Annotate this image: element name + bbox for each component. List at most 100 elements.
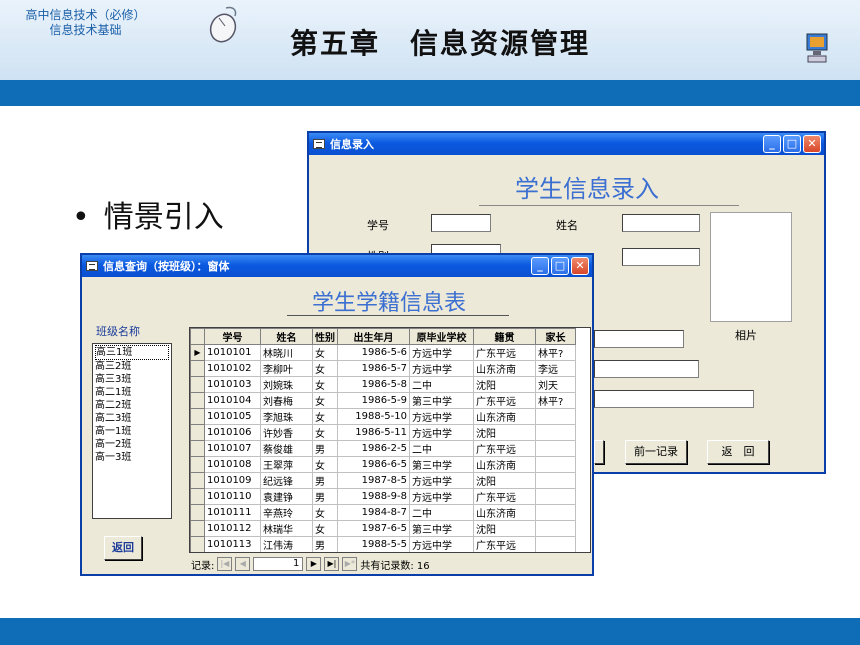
new-record-button[interactable]: ▶* xyxy=(342,557,358,571)
table-cell[interactable]: 1986-6-5 xyxy=(337,456,410,473)
table-cell[interactable]: 1985-9-9 xyxy=(338,553,410,554)
table-cell[interactable]: 方远中学 xyxy=(409,488,474,505)
row-selector[interactable] xyxy=(190,392,205,409)
table-cell[interactable]: 1010104 xyxy=(204,392,261,409)
class-list-item[interactable]: 高一2班 xyxy=(95,438,169,451)
table-cell[interactable]: 女 xyxy=(312,376,338,393)
table-cell[interactable]: 广东平远 xyxy=(473,344,536,361)
table-row[interactable]: 1010106 许妙香女 1986-5-11 方远中学 沈阳 xyxy=(190,424,576,441)
table-cell[interactable]: 男 xyxy=(312,488,338,505)
table-cell[interactable]: 广东平远 xyxy=(473,440,536,457)
field-4[interactable] xyxy=(594,360,699,378)
table-cell[interactable]: 女 xyxy=(312,344,338,361)
table-row[interactable]: 1010108 王翠萍女 1986-6-5 第三中学 山东济南 xyxy=(190,456,576,473)
class-list-item[interactable]: 高三2班 xyxy=(95,360,169,373)
table-cell[interactable]: 1986-5-8 xyxy=(337,376,410,393)
prev-record-button[interactable]: ◀ xyxy=(235,557,251,571)
row-selector[interactable] xyxy=(190,536,205,552)
table-cell[interactable]: 蔡俊雄 xyxy=(260,440,313,457)
table-cell[interactable]: 许妙香 xyxy=(260,424,313,441)
table-cell[interactable]: 1010101 xyxy=(204,344,261,361)
column-header[interactable]: 学号 xyxy=(204,328,261,345)
table-cell[interactable]: 男 xyxy=(312,536,338,552)
student-datasheet[interactable]: 学号 姓名 性别 出生年月 原毕业学校 籍贯 家长 ▶ 1010101 林晓川女 1986-5-6… xyxy=(189,327,591,553)
field-3[interactable] xyxy=(594,330,684,348)
back-button[interactable]: 返回 xyxy=(104,536,142,560)
close-button[interactable]: ✕ xyxy=(803,135,821,153)
table-cell[interactable]: 二中 xyxy=(409,376,474,393)
table-cell[interactable]: 方远中学 xyxy=(409,408,474,425)
table-cell[interactable]: 山东济南 xyxy=(473,408,536,425)
table-cell[interactable] xyxy=(535,504,576,521)
next-record-button[interactable]: ▶ xyxy=(306,557,322,571)
table-cell[interactable]: 方远中学 xyxy=(409,472,474,489)
class-list-item[interactable]: 高二3班 xyxy=(95,412,169,425)
table-cell[interactable]: 袁建铮 xyxy=(260,488,313,505)
table-cell[interactable]: 李柳叶 xyxy=(260,360,313,377)
class-list-item[interactable]: 高三3班 xyxy=(95,373,169,386)
table-cell[interactable]: 沈阳 xyxy=(473,472,536,489)
table-cell[interactable] xyxy=(535,408,576,425)
record-number-input[interactable]: 1 xyxy=(253,557,304,571)
close-button[interactable]: ✕ xyxy=(571,257,589,275)
table-cell[interactable]: 刘春梅 xyxy=(260,392,313,409)
column-header[interactable]: 籍贯 xyxy=(473,328,536,345)
table-cell[interactable]: 女 xyxy=(312,408,338,425)
table-cell[interactable]: 1986-5-7 xyxy=(337,360,410,377)
table-cell[interactable]: 第三中学 xyxy=(409,456,474,473)
field-5[interactable] xyxy=(594,390,754,408)
table-cell[interactable]: 广东平远 xyxy=(473,488,536,505)
row-selector[interactable] xyxy=(190,488,205,505)
class-list-item[interactable]: 高一3班 xyxy=(95,451,169,464)
table-cell[interactable]: 1986-5-11 xyxy=(337,424,410,441)
table-cell[interactable]: 广东平远 xyxy=(473,392,536,409)
table-cell[interactable]: 辛燕玲 xyxy=(260,504,313,521)
table-cell[interactable]: 山东济南 xyxy=(474,553,536,554)
table-cell[interactable]: 1986-5-9 xyxy=(337,392,410,409)
table-cell[interactable]: 女 xyxy=(312,520,338,537)
table-cell[interactable] xyxy=(535,488,576,505)
row-selector[interactable] xyxy=(190,440,205,457)
class-list-item[interactable]: 高二2班 xyxy=(95,399,169,412)
table-cell[interactable] xyxy=(535,520,576,537)
table-cell[interactable]: 1010106 xyxy=(204,424,261,441)
table-cell[interactable]: 李旭珠 xyxy=(260,408,313,425)
table-cell[interactable]: 男 xyxy=(312,440,338,457)
table-cell[interactable]: 吴立鑫 xyxy=(261,553,313,554)
table-cell[interactable]: 1010113 xyxy=(204,536,261,552)
prev-record-button[interactable]: 前一记录 xyxy=(625,440,687,464)
table-cell[interactable]: 女 xyxy=(312,392,338,409)
query-window-titlebar[interactable]: 信息查询（按班级）：窗体 _ □ ✕ xyxy=(82,255,592,277)
table-cell[interactable]: 广东平远 xyxy=(473,536,536,552)
table-cell[interactable]: 第三中学 xyxy=(409,520,474,537)
entry-window-titlebar[interactable]: 信息录入 _ □ ✕ xyxy=(309,133,824,155)
table-cell[interactable] xyxy=(535,424,576,441)
table-cell[interactable]: 1987-6-5 xyxy=(337,520,410,537)
name-field[interactable] xyxy=(622,214,700,232)
table-row[interactable]: 1010105 李旭珠女 1988-5-10 方远中学 山东济南 xyxy=(190,408,576,425)
maximize-button[interactable]: □ xyxy=(551,257,569,275)
row-selector[interactable]: ▶ xyxy=(190,344,205,361)
table-row[interactable]: 1010111 辛燕玲女 1984-8-7 二中 山东济南 xyxy=(190,504,576,521)
maximize-button[interactable]: □ xyxy=(783,135,801,153)
table-cell[interactable]: 1010114 xyxy=(205,553,261,554)
table-cell[interactable]: 1010103 xyxy=(204,376,261,393)
hidden-button[interactable] xyxy=(594,440,604,464)
table-cell[interactable]: 沈阳 xyxy=(473,424,536,441)
class-list-item[interactable]: 高三1班 xyxy=(95,345,169,360)
table-row[interactable]: 1010112 林瑞华女 1987-6-5 第三中学 沈阳 xyxy=(190,520,576,537)
row-selector[interactable] xyxy=(190,360,205,377)
table-row[interactable]: 1010109 纪远锋男 1987-8-5 方远中学 沈阳 xyxy=(190,472,576,489)
table-cell[interactable]: 1010107 xyxy=(204,440,261,457)
table-cell[interactable]: 女 xyxy=(312,360,338,377)
table-cell[interactable]: 第三中学 xyxy=(409,392,474,409)
row-selector[interactable] xyxy=(190,504,205,521)
class-list-item[interactable]: 高一1班 xyxy=(95,425,169,438)
first-record-button[interactable]: |◀ xyxy=(217,557,233,571)
table-cell[interactable]: 1010110 xyxy=(204,488,261,505)
last-record-button[interactable]: ▶| xyxy=(324,557,340,571)
table-cell[interactable]: 刘婉珠 xyxy=(260,376,313,393)
table-cell[interactable]: 林瑞华 xyxy=(260,520,313,537)
table-cell[interactable] xyxy=(535,440,576,457)
column-header[interactable]: 家长 xyxy=(535,328,576,345)
